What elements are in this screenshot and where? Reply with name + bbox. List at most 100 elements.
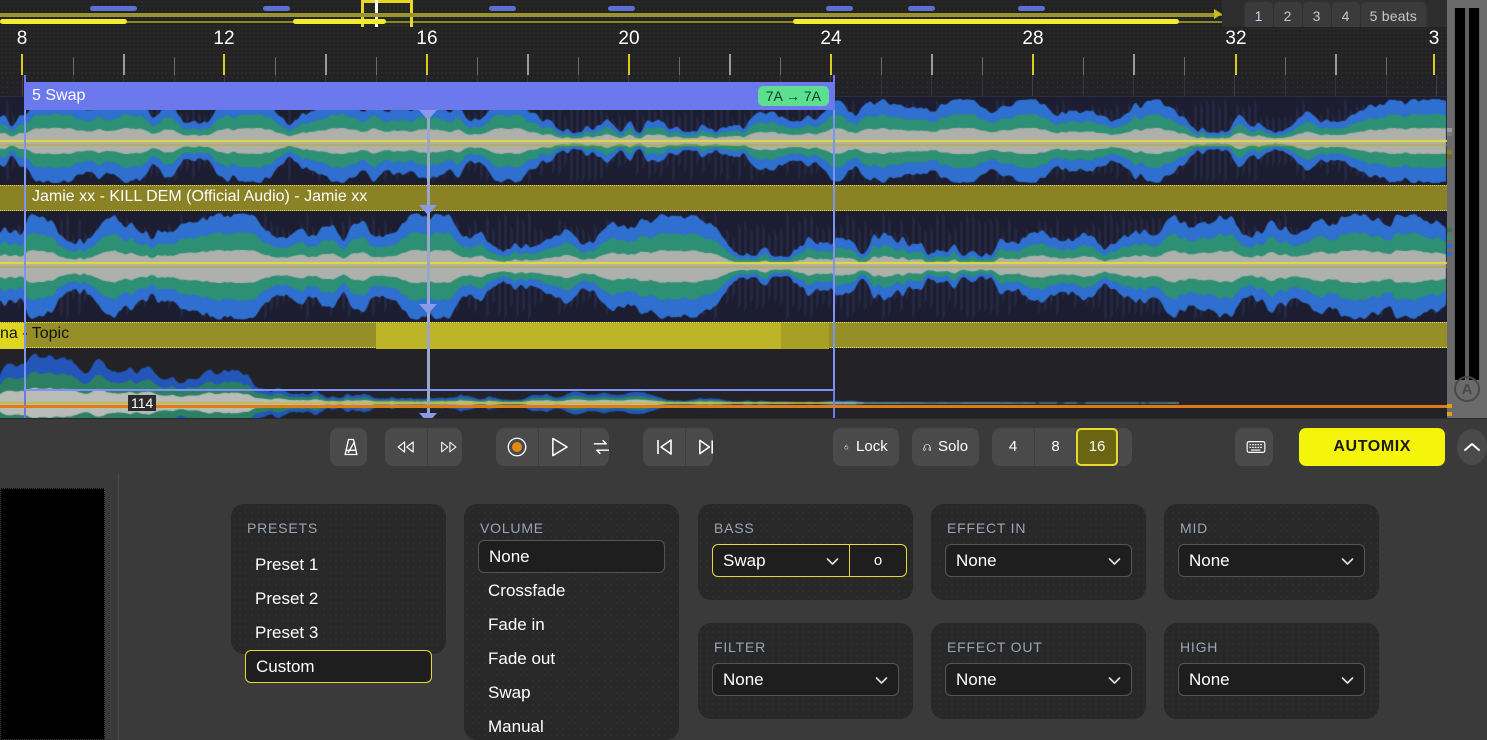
app-root: 12345 beats 81216202428323 Jamie xx - KI… bbox=[0, 0, 1487, 740]
bass-suffix-button[interactable]: o bbox=[850, 544, 907, 577]
automix-button[interactable]: AUTOMIX bbox=[1299, 428, 1445, 466]
play-button[interactable] bbox=[538, 428, 580, 466]
timeline-overview[interactable] bbox=[0, 0, 1222, 27]
track-a-name-band[interactable]: Jamie xx - KILL DEM (Official Audio) - J… bbox=[0, 185, 1447, 211]
solo-label: Solo bbox=[938, 438, 968, 455]
track-b-title: na - Topic bbox=[0, 325, 69, 343]
preset-item-3[interactable]: Preset 3 bbox=[245, 616, 328, 649]
beat-option-4[interactable]: 4 bbox=[1332, 2, 1360, 29]
overview-clip-marker[interactable] bbox=[263, 6, 290, 11]
volume-option-fade-out[interactable]: Fade out bbox=[478, 642, 565, 675]
ruler-minor-tick bbox=[376, 57, 377, 75]
rewind-button[interactable] bbox=[385, 428, 427, 466]
bpm-automation-line[interactable] bbox=[0, 405, 1447, 408]
metronome-group bbox=[330, 428, 367, 466]
waveform-track-a-upper[interactable] bbox=[0, 97, 1447, 185]
grid-size-4[interactable]: 4 bbox=[992, 428, 1034, 466]
volume-option-fade-in[interactable]: Fade in bbox=[478, 608, 555, 641]
transition-editor-panel: PRESETS Preset 1Preset 2Preset 3Custom V… bbox=[0, 474, 1487, 740]
skip-back-button[interactable] bbox=[643, 428, 685, 466]
overview-track-marker[interactable] bbox=[793, 19, 1179, 24]
meter-tick bbox=[1447, 155, 1452, 159]
record-button[interactable] bbox=[496, 428, 538, 466]
effect-in-select[interactable]: None bbox=[945, 544, 1132, 577]
chevron-down-icon bbox=[826, 551, 839, 571]
playhead-handle[interactable] bbox=[419, 304, 437, 314]
track-b-segment bbox=[376, 323, 781, 349]
playhead-handle[interactable] bbox=[419, 205, 437, 215]
playhead-marker[interactable] bbox=[426, 110, 431, 418]
ruler-label: 20 bbox=[618, 28, 639, 50]
ruler-major-tick bbox=[1235, 54, 1237, 75]
effect-out-value: None bbox=[956, 670, 997, 690]
playhead-handle[interactable] bbox=[419, 110, 437, 120]
meter-tick bbox=[1447, 412, 1452, 416]
bass-value: Swap bbox=[723, 551, 766, 571]
beat-ruler[interactable]: 81216202428323 bbox=[0, 27, 1447, 75]
ruler-minor-tick bbox=[275, 57, 276, 75]
meter-track[interactable] bbox=[1454, 8, 1480, 380]
mid-select[interactable]: None bbox=[1178, 544, 1365, 577]
overview-arrow-icon bbox=[1214, 9, 1222, 19]
high-select[interactable]: None bbox=[1178, 663, 1365, 696]
waveform-lanes[interactable]: Jamie xx - KILL DEM (Official Audio) - J… bbox=[0, 75, 1447, 418]
ruler-label: 12 bbox=[213, 28, 234, 50]
keyboard-button[interactable] bbox=[1235, 428, 1273, 466]
clip-start-line[interactable] bbox=[24, 75, 26, 418]
beat-option-3[interactable]: 3 bbox=[1303, 2, 1331, 29]
preset-item-1[interactable]: Preset 1 bbox=[245, 548, 328, 581]
beat-option-2[interactable]: 2 bbox=[1274, 2, 1302, 29]
overview-clip-marker[interactable] bbox=[489, 6, 516, 11]
meter-tick bbox=[1447, 300, 1452, 304]
mid-value: None bbox=[1189, 551, 1230, 571]
meter-tick bbox=[1447, 150, 1452, 154]
ruler-label: 24 bbox=[820, 28, 841, 50]
master-level-meter[interactable]: A bbox=[1447, 0, 1487, 418]
effect-out-select[interactable]: None bbox=[945, 663, 1132, 696]
volume-option-manual[interactable]: Manual bbox=[478, 710, 554, 740]
track-a-title: Jamie xx - KILL DEM (Official Audio) - J… bbox=[32, 188, 367, 206]
track-b-name-band[interactable]: na - Topic bbox=[0, 322, 1447, 348]
meter-tick bbox=[1447, 252, 1452, 256]
beat-option-5[interactable]: 5 beats bbox=[1361, 2, 1426, 29]
bass-select[interactable]: Swap bbox=[712, 544, 850, 577]
loop-button[interactable] bbox=[580, 428, 609, 466]
grid-size-8[interactable]: 8 bbox=[1034, 428, 1076, 466]
preview-panel[interactable] bbox=[0, 488, 105, 740]
lock-button[interactable]: Lock bbox=[833, 428, 898, 466]
fast-forward-button[interactable] bbox=[427, 428, 462, 466]
playhead-handle[interactable] bbox=[419, 413, 437, 418]
grid-size-32[interactable]: 32 bbox=[1118, 428, 1132, 466]
waveform-track-a-lower[interactable] bbox=[0, 211, 1447, 322]
overview-clip-marker[interactable] bbox=[90, 6, 137, 11]
preset-item-4[interactable]: Custom bbox=[245, 650, 432, 683]
playback-group bbox=[496, 428, 609, 466]
meter-bar-right bbox=[1469, 8, 1479, 380]
solo-button[interactable]: Solo bbox=[912, 428, 979, 466]
overview-track-marker[interactable] bbox=[293, 19, 386, 24]
volume-option-crossfade[interactable]: Crossfade bbox=[478, 574, 575, 607]
clip-end-line[interactable] bbox=[833, 75, 835, 418]
grid-size-selector[interactable]: 481632 bbox=[992, 428, 1132, 466]
volume-option-swap[interactable]: Swap bbox=[478, 676, 541, 709]
filter-card: FILTER None bbox=[698, 623, 913, 719]
overview-clip-marker[interactable] bbox=[608, 6, 635, 11]
beat-option-1[interactable]: 1 bbox=[1245, 2, 1273, 29]
bass-title: BASS bbox=[714, 520, 755, 536]
filter-select[interactable]: None bbox=[712, 663, 899, 696]
grid-size-16[interactable]: 16 bbox=[1076, 428, 1118, 466]
preset-item-2[interactable]: Preset 2 bbox=[245, 582, 328, 615]
collapse-panel-button[interactable] bbox=[1457, 429, 1487, 465]
ruler-label: 3 bbox=[1429, 28, 1440, 50]
overview-track-marker[interactable] bbox=[0, 19, 127, 24]
overview-clip-marker[interactable] bbox=[826, 6, 853, 11]
metronome-button[interactable] bbox=[330, 428, 367, 466]
clip-header[interactable]: 5 Swap 7A → 7A bbox=[24, 82, 835, 110]
bpm-value: 114 bbox=[128, 395, 156, 411]
skip-forward-button[interactable] bbox=[685, 428, 714, 466]
overview-clip-marker[interactable] bbox=[1018, 6, 1045, 11]
volume-option-none[interactable]: None bbox=[478, 540, 665, 573]
high-title: HIGH bbox=[1180, 639, 1218, 655]
overview-clip-marker[interactable] bbox=[908, 6, 935, 11]
filter-title: FILTER bbox=[714, 639, 766, 655]
